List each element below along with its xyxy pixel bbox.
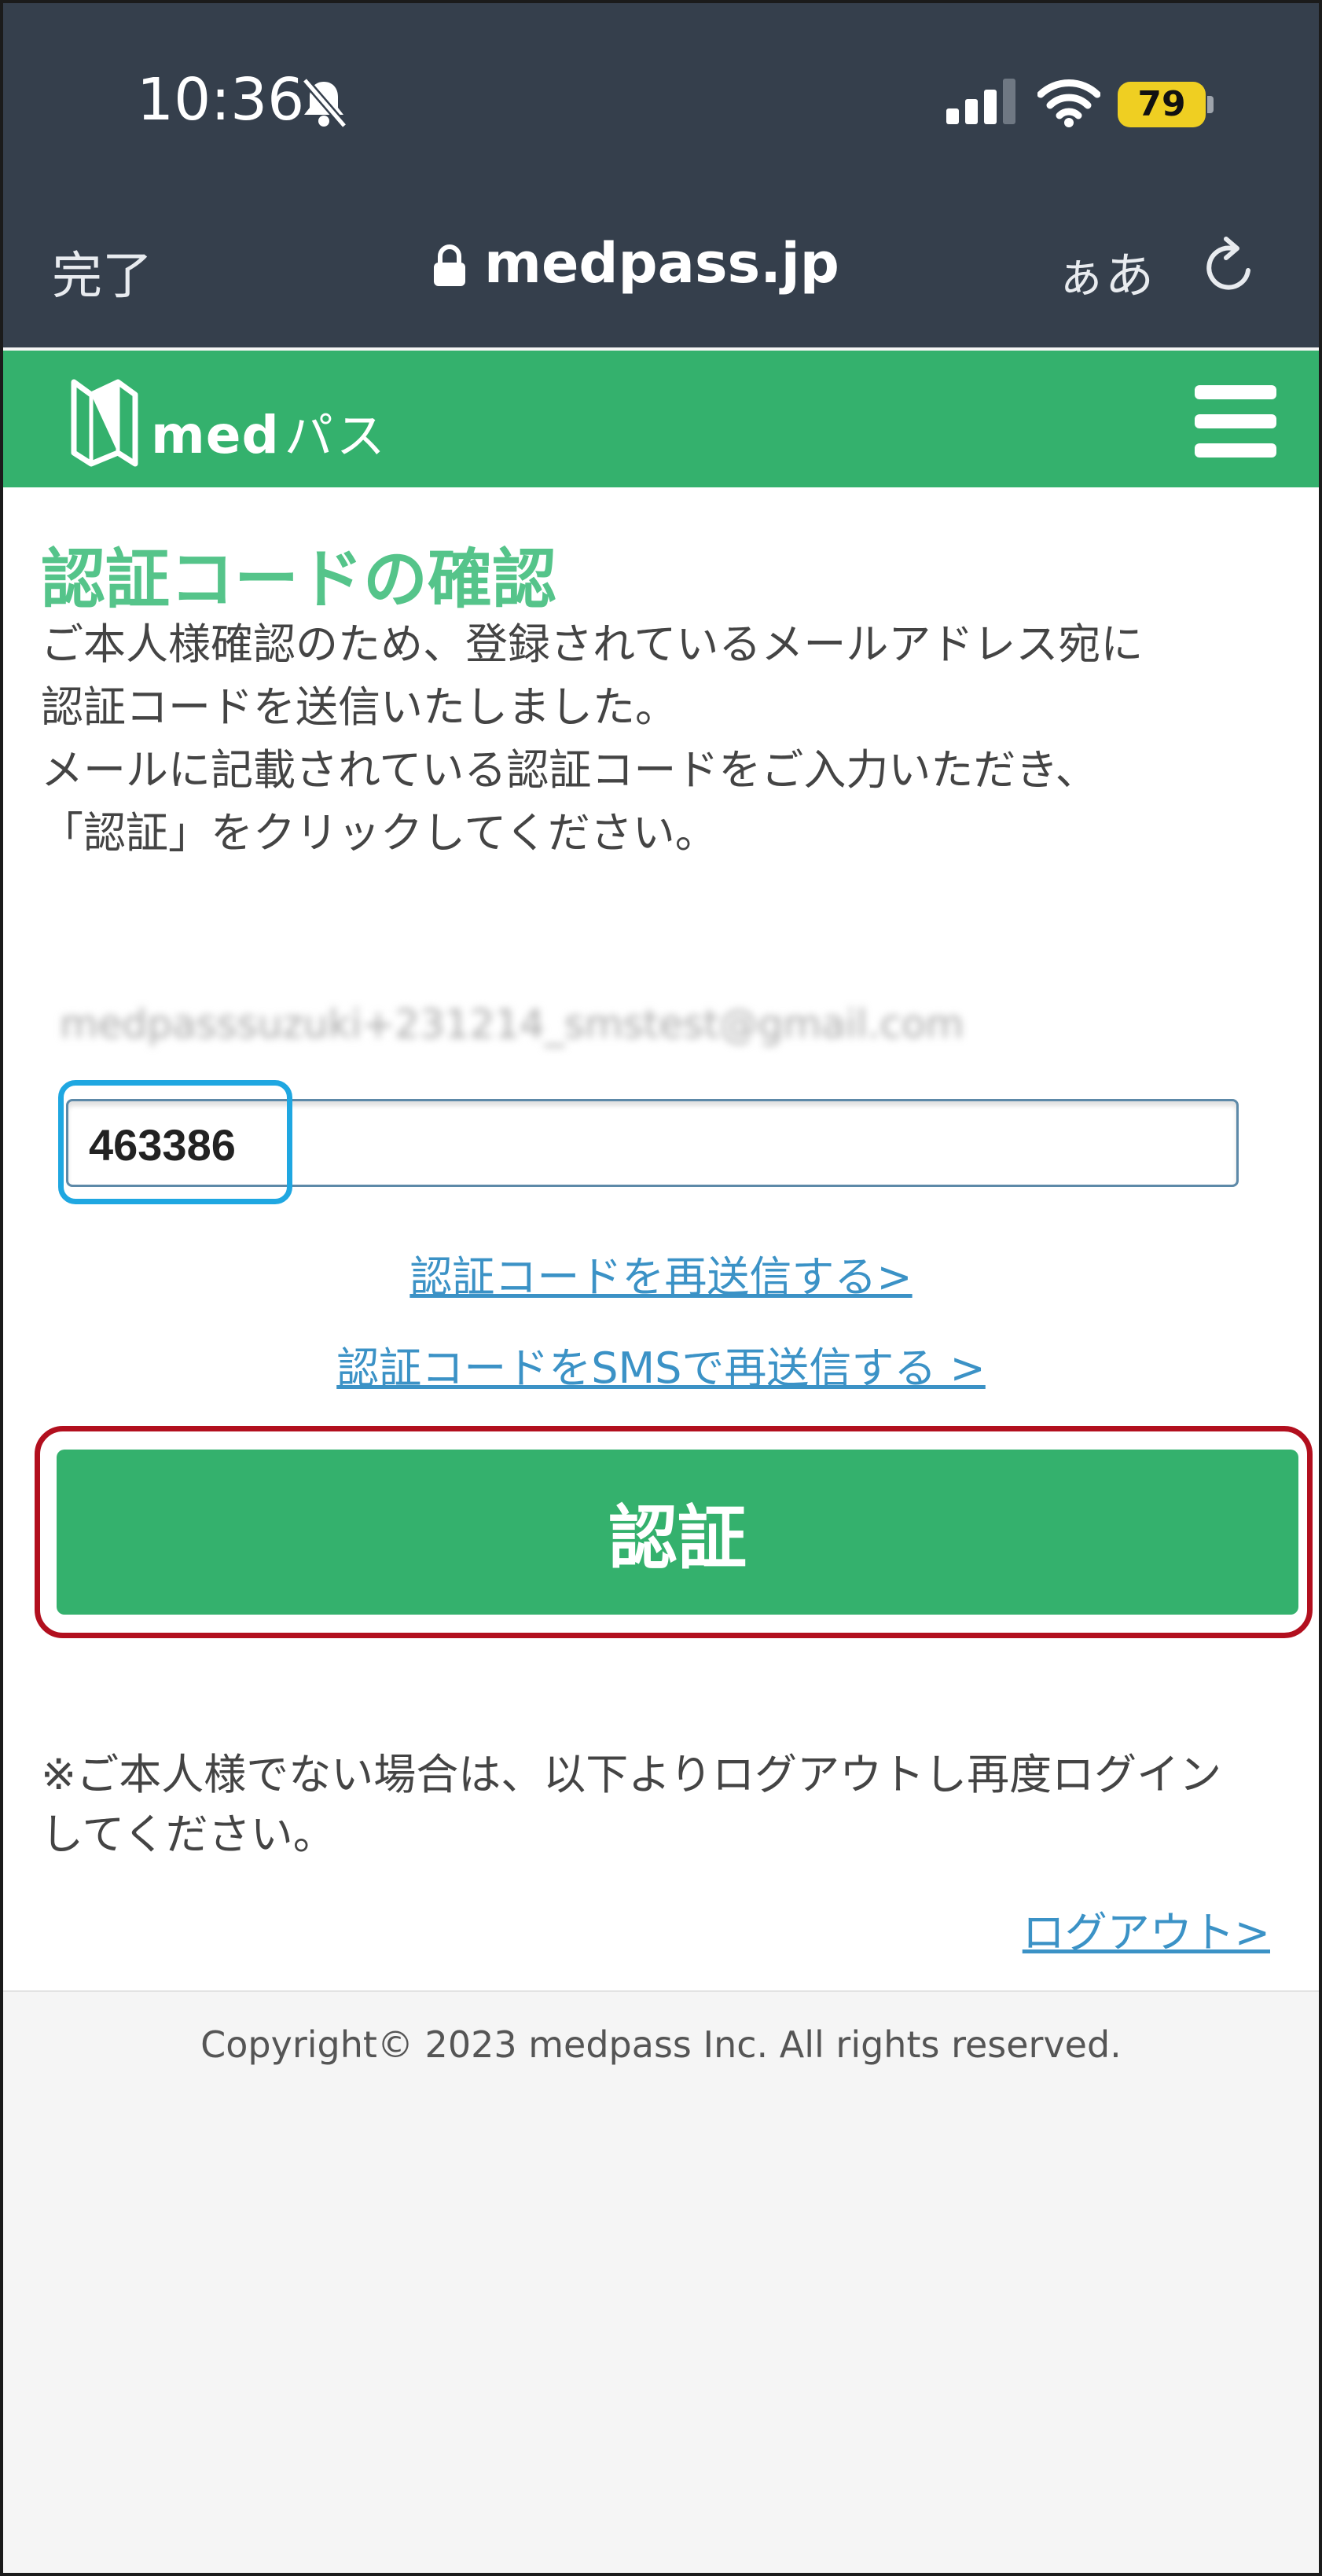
bell-slash-icon: [302, 77, 347, 129]
verify-button[interactable]: 認証: [57, 1450, 1298, 1615]
text-size-button[interactable]: ぁあ: [1056, 236, 1154, 307]
medpass-logo-icon[interactable]: [71, 377, 138, 469]
status-time: 10:36: [137, 66, 305, 134]
battery-level: 79: [1118, 82, 1206, 127]
copyright: Copyright© 2023 medpass Inc. All rights …: [200, 2023, 1122, 2066]
description-line: メールに記載されている認証コードをご入力いただき、: [41, 745, 1098, 795]
wifi-icon: [1037, 79, 1100, 127]
description-line: 認証コードを送信いたしました。: [41, 682, 678, 732]
browser-chrome: 10:36 79 完了 medpass.jp ぁあ: [3, 3, 1319, 347]
address-bar[interactable]: medpass.jp: [484, 231, 839, 296]
description-line: ご本人様確認のため、登録されているメールアドレス宛に: [41, 619, 1144, 669]
hamburger-menu-icon[interactable]: [1195, 385, 1276, 458]
signal-icon: [946, 79, 1015, 124]
logout-note: ※ご本人様でない場合は、以下よりログアウトし再度ログイン してください。: [41, 1745, 1221, 1865]
note-line: ※ご本人様でない場合は、以下よりログアウトし再度ログイン: [41, 1750, 1222, 1799]
description-line: 「認証」をクリックしてください。: [41, 808, 718, 858]
reload-icon[interactable]: [1201, 236, 1259, 297]
done-button[interactable]: 完了: [52, 236, 152, 308]
page-footer: Copyright© 2023 medpass Inc. All rights …: [3, 1990, 1319, 2573]
code-highlight-annotation: [58, 1080, 292, 1204]
battery-icon: 79: [1118, 82, 1214, 127]
page-title: 認証コードの確認: [41, 542, 557, 617]
description: ご本人様確認のため、登録されているメールアドレス宛に 認証コードを送信いたしまし…: [41, 613, 1143, 865]
resend-sms-link[interactable]: 認証コードをSMSで再送信する >: [336, 1343, 986, 1393]
lock-icon: [434, 244, 465, 286]
phone-screen: 10:36 79 完了 medpass.jp ぁあ medパス 認証コードの確認…: [0, 0, 1322, 2576]
masked-email: medpasssuzuki+231214_smstest@gmail.com: [60, 1001, 964, 1047]
note-line: してください。: [41, 1810, 336, 1859]
logout-link[interactable]: ログアウト>: [1023, 1898, 1270, 1960]
main-content: 認証コードの確認 ご本人様確認のため、登録されているメールアドレス宛に 認証コー…: [3, 487, 1319, 1990]
logo-kana: パス: [284, 407, 388, 465]
logo-latin: med: [151, 405, 280, 465]
resend-code-link[interactable]: 認証コードを再送信する>: [409, 1252, 912, 1302]
site-logo[interactable]: medパス: [151, 396, 388, 467]
